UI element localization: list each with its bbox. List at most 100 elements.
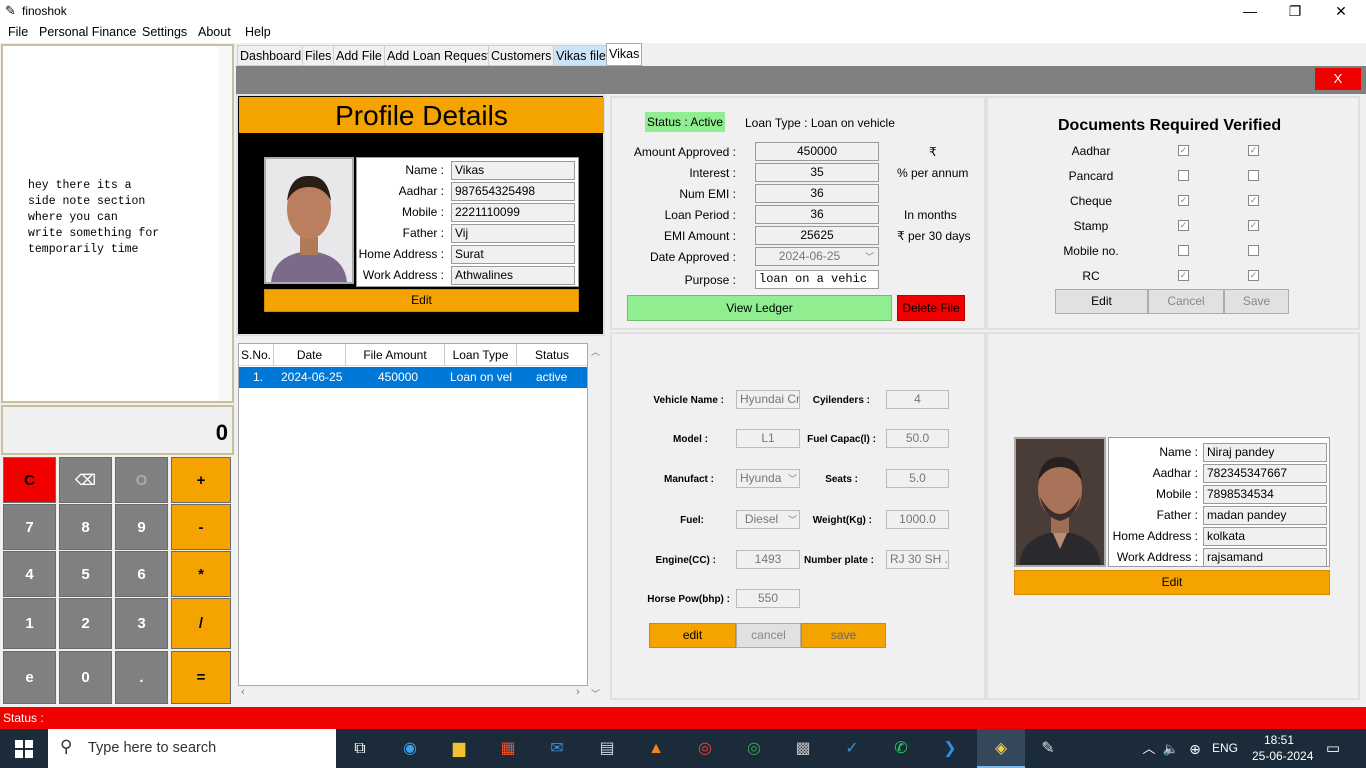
calc-0-button[interactable]: 0 (59, 651, 112, 704)
seats-field[interactable]: 5.0 (886, 469, 949, 488)
menu-help[interactable]: Help (245, 25, 271, 39)
doc-aadhar-required-checkbox[interactable]: ✓ (1178, 145, 1189, 156)
clock-date[interactable]: 25-06-2024 (1252, 749, 1313, 763)
calc-8-button[interactable]: 8 (59, 504, 112, 550)
doc-mobile-required-checkbox[interactable] (1178, 245, 1189, 256)
col-date[interactable]: Date (274, 344, 346, 366)
calc-1-button[interactable]: 1 (3, 598, 56, 649)
tab-add-loan-request[interactable]: Add Loan Request (384, 45, 494, 66)
file-explorer-icon[interactable]: ▆ (446, 736, 472, 762)
col-loan-type[interactable]: Loan Type (445, 344, 517, 366)
table-hscrollbar[interactable]: ‹ › (238, 686, 588, 700)
whatsapp-icon[interactable]: ✆ (888, 736, 914, 762)
doc-cheque-verified-checkbox[interactable]: ✓ (1248, 195, 1259, 206)
loan-period-field[interactable]: 36 (755, 205, 879, 224)
col-sno[interactable]: S.No. (239, 344, 274, 366)
horse-power-field[interactable]: 550 (736, 589, 800, 608)
vehicle-edit-button[interactable]: edit (649, 623, 736, 648)
tab-dashboard[interactable]: Dashboard (237, 45, 305, 66)
doc-aadhar-verified-checkbox[interactable]: ✓ (1248, 145, 1259, 156)
table-row[interactable]: 1. 2024-06-25 450000 Loan on vel active (239, 367, 587, 388)
photos-icon[interactable]: ▤ (594, 736, 620, 762)
amount-approved-field[interactable]: 450000 (755, 142, 879, 161)
notes-text[interactable]: hey there its a side note section where … (28, 178, 159, 258)
chevron-down-icon[interactable]: ﹀ (788, 472, 797, 485)
tab-customers[interactable]: Customers (488, 45, 555, 66)
chevron-left-icon[interactable]: ‹ (241, 686, 245, 698)
menu-file[interactable]: File (8, 25, 28, 39)
store-icon[interactable]: ▦ (495, 736, 521, 762)
chrome-profile-icon[interactable]: ◎ (741, 736, 767, 762)
view-ledger-button[interactable]: View Ledger (627, 295, 892, 321)
menu-settings[interactable]: Settings (142, 25, 187, 39)
vehicle-cancel-button[interactable]: cancel (736, 623, 801, 648)
clock-time[interactable]: 18:51 (1264, 733, 1294, 747)
chevron-down-icon[interactable]: ﹀ (865, 250, 874, 263)
paint-icon[interactable]: ✎ (1035, 736, 1061, 762)
notifications-icon[interactable]: ▭ (1320, 736, 1346, 762)
tab-add-file[interactable]: Add File (333, 45, 385, 66)
purpose-field[interactable]: loan on a vehic (755, 270, 879, 289)
close-tab-button[interactable]: X (1315, 68, 1361, 90)
vlc-icon[interactable]: ▲ (643, 736, 669, 762)
doc-pancard-required-checkbox[interactable] (1178, 170, 1189, 181)
doc-rc-verified-checkbox[interactable]: ✓ (1248, 270, 1259, 281)
calc-multiply-button[interactable]: * (171, 551, 231, 597)
close-window-button[interactable]: ✕ (1318, 0, 1364, 23)
doc-rc-required-checkbox[interactable]: ✓ (1178, 270, 1189, 281)
calc-dot-button[interactable]: . (115, 651, 168, 704)
num-emi-field[interactable]: 36 (755, 184, 879, 203)
guarantor-edit-button[interactable]: Edit (1014, 570, 1330, 595)
interest-field[interactable]: 35 (755, 163, 879, 182)
task-view-icon[interactable]: ⧉ (347, 736, 373, 762)
chevron-down-icon[interactable]: ﹀ (591, 687, 600, 700)
python-active-app[interactable]: ◈ (977, 729, 1025, 768)
chevron-down-icon[interactable]: ﹀ (788, 513, 797, 526)
calc-backspace-button[interactable]: ⌫ (59, 457, 112, 503)
weight-field[interactable]: 1000.0 (886, 510, 949, 529)
calc-5-button[interactable]: 5 (59, 551, 112, 597)
doc-pancard-verified-checkbox[interactable] (1248, 170, 1259, 181)
cylinders-field[interactable]: 4 (886, 390, 949, 409)
mail-icon[interactable]: ✉ (544, 736, 570, 762)
number-plate-field[interactable]: RJ 30 SH ... (886, 550, 949, 569)
doc-cheque-required-checkbox[interactable]: ✓ (1178, 195, 1189, 206)
language-indicator[interactable]: ENG (1212, 741, 1238, 755)
calc-o-button[interactable]: O (115, 457, 168, 503)
delete-file-button[interactable]: Delete File (897, 295, 965, 321)
calc-equals-button[interactable]: = (171, 651, 231, 704)
calc-minus-button[interactable]: - (171, 504, 231, 550)
calc-divide-button[interactable]: / (171, 598, 231, 649)
chrome-icon[interactable]: ◎ (692, 736, 718, 762)
calc-6-button[interactable]: 6 (115, 551, 168, 597)
menu-personal-finance[interactable]: Personal Finance (39, 25, 136, 39)
tab-vikas-file[interactable]: Vikas file (553, 45, 609, 66)
col-file-amount[interactable]: File Amount (346, 344, 445, 366)
chevron-up-icon[interactable]: ︿ (591, 345, 600, 358)
chevron-right-icon[interactable]: › (576, 686, 580, 698)
calc-plus-button[interactable]: + (171, 457, 231, 503)
maximize-button[interactable]: ❐ (1272, 0, 1318, 23)
doc-stamp-required-checkbox[interactable]: ✓ (1178, 220, 1189, 231)
doc-stamp-verified-checkbox[interactable]: ✓ (1248, 220, 1259, 231)
edge-icon[interactable]: ◉ (397, 736, 423, 762)
calc-7-button[interactable]: 7 (3, 504, 56, 550)
model-field[interactable]: L1 (736, 429, 800, 448)
profile-edit-button[interactable]: Edit (264, 289, 579, 312)
windows-start-icon[interactable] (11, 736, 37, 762)
vehicle-save-button[interactable]: save (801, 623, 886, 648)
taskbar-search[interactable]: ⚲ Type here to search (48, 729, 336, 768)
documents-edit-button[interactable]: Edit (1055, 289, 1148, 314)
emi-amount-field[interactable]: 25625 (755, 226, 879, 245)
calculator-app-icon[interactable]: ▩ (790, 736, 816, 762)
calc-4-button[interactable]: 4 (3, 551, 56, 597)
app-arrow-icon[interactable]: ✓ (839, 736, 865, 762)
calc-clear-button[interactable]: C (3, 457, 56, 503)
calc-2-button[interactable]: 2 (59, 598, 112, 649)
date-approved-field[interactable]: 2024-06-25 (755, 247, 879, 266)
calc-e-button[interactable]: e (3, 651, 56, 704)
tab-vikas[interactable]: Vikas (606, 43, 643, 66)
side-notes[interactable]: hey there its a side note section where … (1, 44, 234, 403)
fuel-capacity-field[interactable]: 50.0 (886, 429, 949, 448)
tab-files[interactable]: Files (302, 45, 335, 66)
